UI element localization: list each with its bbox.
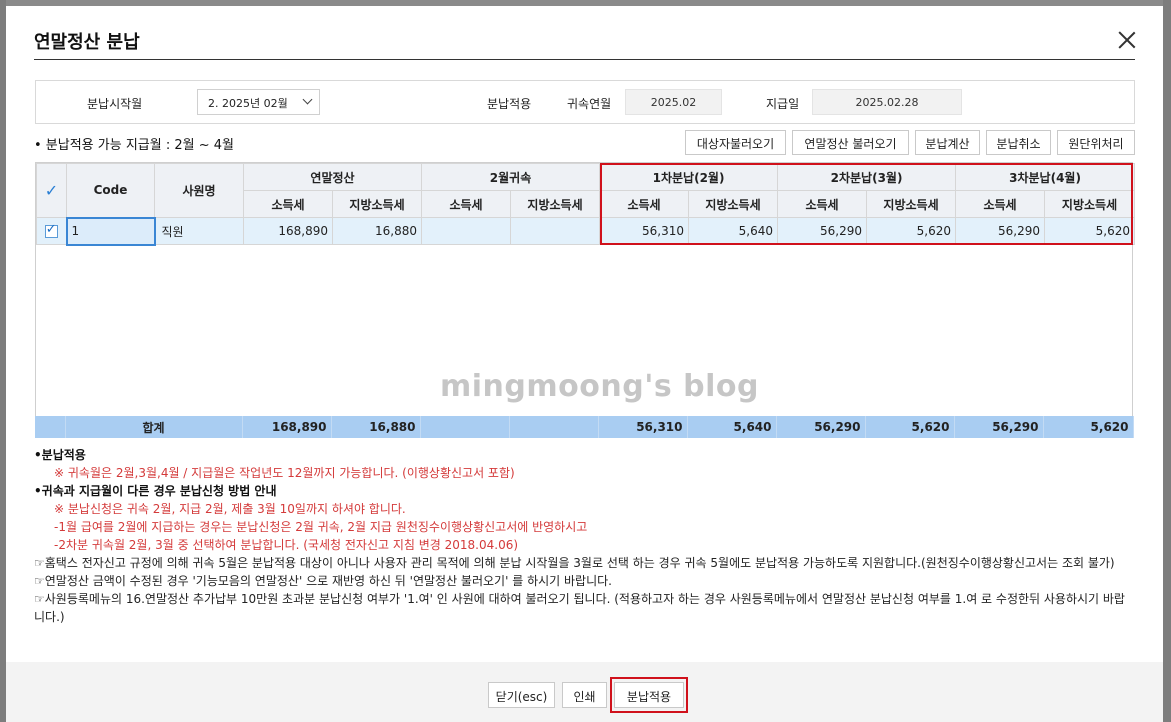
belong-month-label: 귀속연월 (567, 97, 612, 111)
title-divider (34, 59, 1135, 60)
blog-watermark: mingmoong's blog (440, 369, 760, 404)
inst2-local-cell[interactable]: 5,620 (866, 217, 957, 245)
name-header: 사원명 (154, 163, 244, 218)
note-deadline: ※ 분납신청은 귀속 2월, 지급 2월, 제출 3월 10일까지 하셔야 합니… (54, 502, 406, 516)
income-tax-header: 소득세 (243, 190, 333, 218)
income-tax-header: 소득세 (421, 190, 512, 218)
cancel-installment-button[interactable]: 분납취소 (986, 130, 1051, 155)
installment1-header: 1차분납(2월) (599, 163, 779, 191)
note-hometax: ☞홈택스 전자신고 규정에 의해 귀속 5월은 분납적용 대상이 아니나 사용자… (34, 556, 1115, 570)
inst3-income-cell[interactable]: 56,290 (955, 217, 1046, 245)
yearend-local-cell[interactable]: 16,880 (331, 217, 423, 245)
round-units-button[interactable]: 원단위처리 (1057, 130, 1135, 155)
installment-dialog: 연말정산 분납 분납시작월 2. 2025년 02월 분납적용 귀속연월 202… (6, 6, 1163, 722)
checkbox-checked-icon (44, 222, 58, 238)
total-inst2-local: 5,620 (865, 416, 955, 438)
feb-income-cell[interactable] (421, 217, 512, 245)
row-checkbox[interactable] (36, 217, 67, 245)
installment2-header: 2차분납(3월) (777, 163, 957, 191)
local-tax-header: 지방소득세 (688, 190, 779, 218)
local-tax-header: 지방소득세 (331, 190, 423, 218)
income-tax-header: 소득세 (777, 190, 868, 218)
total-inst1-income: 56,310 (598, 416, 688, 438)
yearend-income-cell[interactable]: 168,890 (243, 217, 333, 245)
total-yearend-income: 168,890 (242, 416, 332, 438)
note-heading-apply: •분납적용 (34, 448, 86, 462)
code-cell[interactable]: 1 (65, 216, 156, 246)
total-spacer (35, 416, 66, 438)
local-tax-header: 지방소득세 (1044, 190, 1136, 218)
close-icon[interactable] (1116, 30, 1138, 52)
calc-installment-button[interactable]: 분납계산 (915, 130, 980, 155)
dialog-footer: 닫기(esc) 인쇄 분납적용 (6, 662, 1163, 722)
income-tax-header: 소득세 (955, 190, 1046, 218)
chevron-down-icon (302, 94, 313, 105)
note-amount-changed: ☞연말정산 금액이 수정된 경우 '기능모음의 연말정산' 으로 재반영 하신 … (34, 574, 612, 588)
table-row[interactable]: 1 직원 168,890 16,880 56,310 5,640 56,290 … (36, 216, 1136, 246)
start-month-value: 2. 2025년 02월 (208, 97, 288, 110)
note-heading-different: •귀속과 지급월이 다른 경우 분납신청 방법 안내 (34, 484, 277, 498)
inst3-local-cell[interactable]: 5,620 (1044, 217, 1136, 245)
note-second-installment: -2차분 귀속월 2월, 3월 중 선택하여 분납합니다. (국세청 전자신고 … (54, 538, 519, 552)
total-inst3-income: 56,290 (954, 416, 1044, 438)
total-inst2-income: 56,290 (776, 416, 866, 438)
load-yearend-button[interactable]: 연말정산 불러오기 (792, 130, 909, 155)
dialog-title: 연말정산 분납 (34, 32, 140, 53)
print-button[interactable]: 인쇄 (562, 682, 607, 708)
local-tax-header: 지방소득세 (866, 190, 957, 218)
total-label: 합계 (65, 416, 243, 438)
help-notes: •분납적용 ※ 귀속월은 2월,3월,4월 / 지급월은 작업년도 12월까지 … (34, 446, 1134, 626)
pay-date-label: 지급일 (766, 97, 800, 111)
total-inst3-local: 5,620 (1043, 416, 1134, 438)
note-employee-registration: ☞사원등록메뉴의 16.연말정산 추가납부 10만원 초과분 분납신청 여부가 … (34, 592, 1125, 624)
installment3-header: 3차분납(4월) (955, 163, 1136, 191)
feb-belong-header: 2월귀속 (421, 163, 601, 191)
code-header: Code (66, 163, 155, 218)
apply-label: 분납적용 (487, 97, 532, 111)
close-button[interactable]: 닫기(esc) (488, 682, 555, 708)
yearend-header: 연말정산 (242, 163, 423, 191)
note-january-pay: -1월 급여를 2월에 지급하는 경우는 분납신청은 2월 귀속, 2월 지급 … (54, 520, 588, 534)
total-feb-income (420, 416, 510, 438)
total-row: 합계 168,890 16,880 56,310 5,640 56,290 5,… (35, 416, 1134, 438)
backdrop-right (1163, 0, 1171, 722)
pay-date-field: 2025.02.28 (812, 89, 962, 115)
total-inst1-local: 5,640 (687, 416, 777, 438)
total-feb-local (509, 416, 599, 438)
local-tax-header: 지방소득세 (510, 190, 601, 218)
inst1-income-cell[interactable]: 56,310 (599, 217, 690, 245)
note-apply-detail: ※ 귀속월은 2월,3월,4월 / 지급월은 작업년도 12월까지 가능합니다.… (54, 466, 515, 480)
feb-local-cell[interactable] (510, 217, 601, 245)
select-all-header[interactable]: ✓ (36, 163, 67, 218)
income-tax-header: 소득세 (599, 190, 690, 218)
installment-grid: ✓ Code 사원명 연말정산 2월귀속 1차분납(2월) 2차분납(3월) 3… (35, 162, 1136, 435)
inst2-income-cell[interactable]: 56,290 (777, 217, 868, 245)
start-month-label: 분납시작월 (87, 97, 143, 111)
apply-installment-button[interactable]: 분납적용 (614, 682, 684, 708)
total-yearend-local: 16,880 (331, 416, 421, 438)
belong-month-field: 2025.02 (625, 89, 722, 115)
inst1-local-cell[interactable]: 5,640 (688, 217, 779, 245)
start-month-select[interactable]: 2. 2025년 02월 (197, 89, 320, 115)
name-cell[interactable]: 직원 (154, 217, 244, 245)
available-months-note: • 분납적용 가능 지급월 : 2월 ~ 4월 (34, 138, 234, 153)
grid-table: ✓ Code 사원명 연말정산 2월귀속 1차분납(2월) 2차분납(3월) 3… (36, 163, 1136, 246)
check-icon: ✓ (44, 181, 59, 200)
filter-panel: 분납시작월 2. 2025년 02월 분납적용 귀속연월 2025.02 지급일… (35, 80, 1135, 124)
load-targets-button[interactable]: 대상자불러오기 (685, 130, 786, 155)
